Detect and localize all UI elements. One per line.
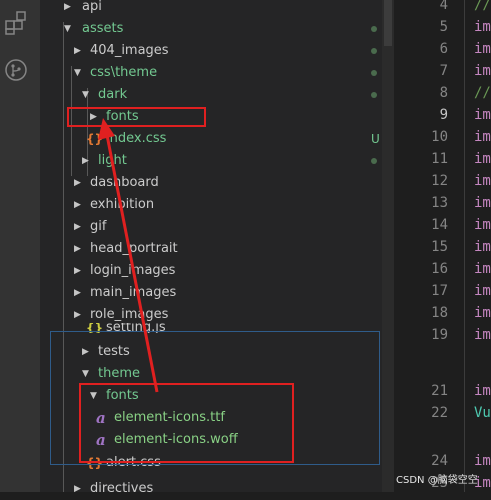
code-line: im — [474, 195, 491, 211]
line-number: 6 — [439, 41, 448, 57]
watermark-text: CSDN @脑袋空空 — [396, 475, 478, 486]
code-line: im — [474, 173, 491, 189]
code-line: im — [474, 327, 491, 343]
code-line: im — [474, 305, 491, 321]
line-number: 24 — [431, 453, 448, 469]
line-number: 12 — [431, 173, 448, 189]
line-number: 10 — [431, 129, 448, 145]
code-line: // — [474, 85, 491, 101]
line-number: 4 — [439, 0, 448, 13]
code-line: im — [474, 63, 491, 79]
code-line: im — [474, 453, 491, 469]
line-number — [394, 346, 448, 368]
line-number: 14 — [431, 217, 448, 233]
code-line: im — [474, 261, 491, 277]
code-line: im — [474, 107, 491, 123]
line-number: 5 — [439, 19, 448, 35]
line-number: 18 — [431, 305, 448, 321]
line-number: 17 — [431, 283, 448, 299]
line-number: 15 — [431, 239, 448, 255]
line-number: 21 — [431, 383, 448, 399]
line-number — [394, 424, 448, 446]
line-number: 7 — [439, 63, 448, 79]
code-line: im — [474, 217, 491, 233]
line-number: 22 — [431, 405, 448, 421]
code-line: Vu — [474, 405, 491, 421]
indent-guide — [464, 0, 465, 492]
code-line: im — [474, 383, 491, 399]
line-number-active: 9 — [439, 107, 448, 123]
code-editor[interactable]: 4 // 5 im 6 im 7 im 8 // 9 im 10 im 11 i… — [394, 0, 491, 492]
line-number: 8 — [439, 85, 448, 101]
code-line: // — [474, 0, 491, 13]
line-number: 19 — [431, 327, 448, 343]
code-line: im — [474, 19, 491, 35]
line-number: 11 — [431, 151, 448, 167]
line-number: 13 — [431, 195, 448, 211]
code-line: im — [474, 239, 491, 255]
code-line: im — [474, 129, 491, 145]
line-number: 16 — [431, 261, 448, 277]
code-line: im — [474, 151, 491, 167]
code-line: im — [474, 41, 491, 57]
code-line: im — [474, 283, 491, 299]
